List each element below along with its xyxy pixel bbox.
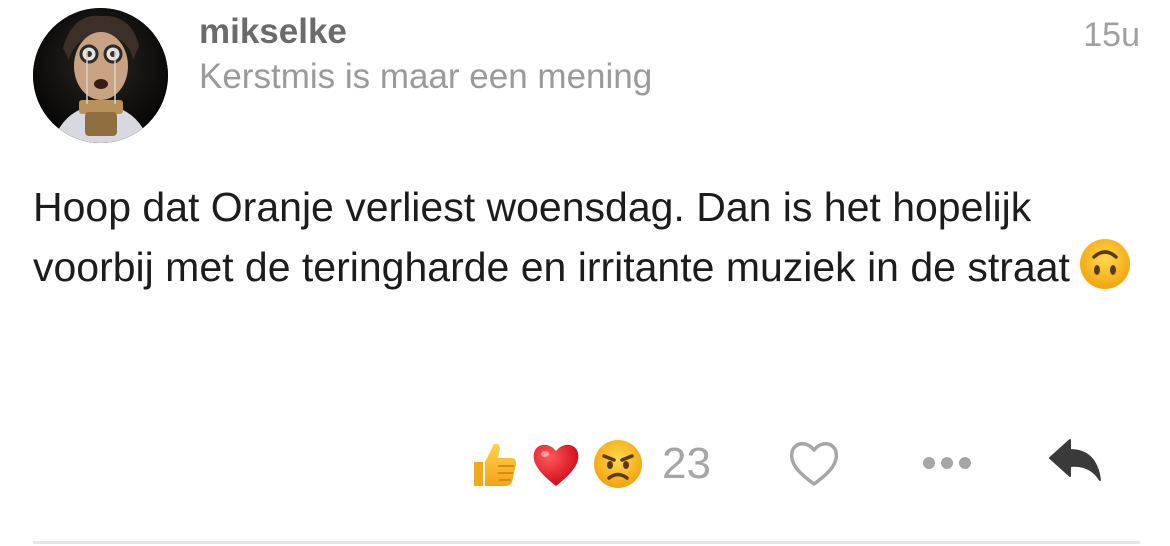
reaction-count: 23 <box>662 439 711 488</box>
avatar-image <box>33 8 168 143</box>
username[interactable]: mikselke <box>199 12 347 52</box>
angry-face-icon <box>594 440 642 488</box>
post-body: Hoop dat Oranje verliest woensdag. Dan i… <box>33 184 1070 290</box>
more-dots-icon <box>923 457 971 469</box>
reply-button[interactable] <box>1046 436 1104 490</box>
divider <box>33 541 1140 544</box>
post-text: Hoop dat Oranje verliest woensdag. Dan i… <box>33 178 1143 297</box>
heart-outline-icon <box>789 442 839 486</box>
reactions-summary[interactable]: 23 <box>468 434 711 494</box>
timestamp: 15u <box>1083 16 1140 54</box>
thumbs-up-icon <box>474 443 517 486</box>
avatar[interactable] <box>33 8 168 143</box>
reply-arrow-icon <box>1049 439 1101 481</box>
red-heart-icon <box>533 444 579 486</box>
more-button[interactable] <box>920 446 974 480</box>
like-button[interactable] <box>786 436 842 490</box>
upside-down-face-icon <box>1079 239 1130 289</box>
user-bio: Kerstmis is maar een mening <box>199 57 653 96</box>
